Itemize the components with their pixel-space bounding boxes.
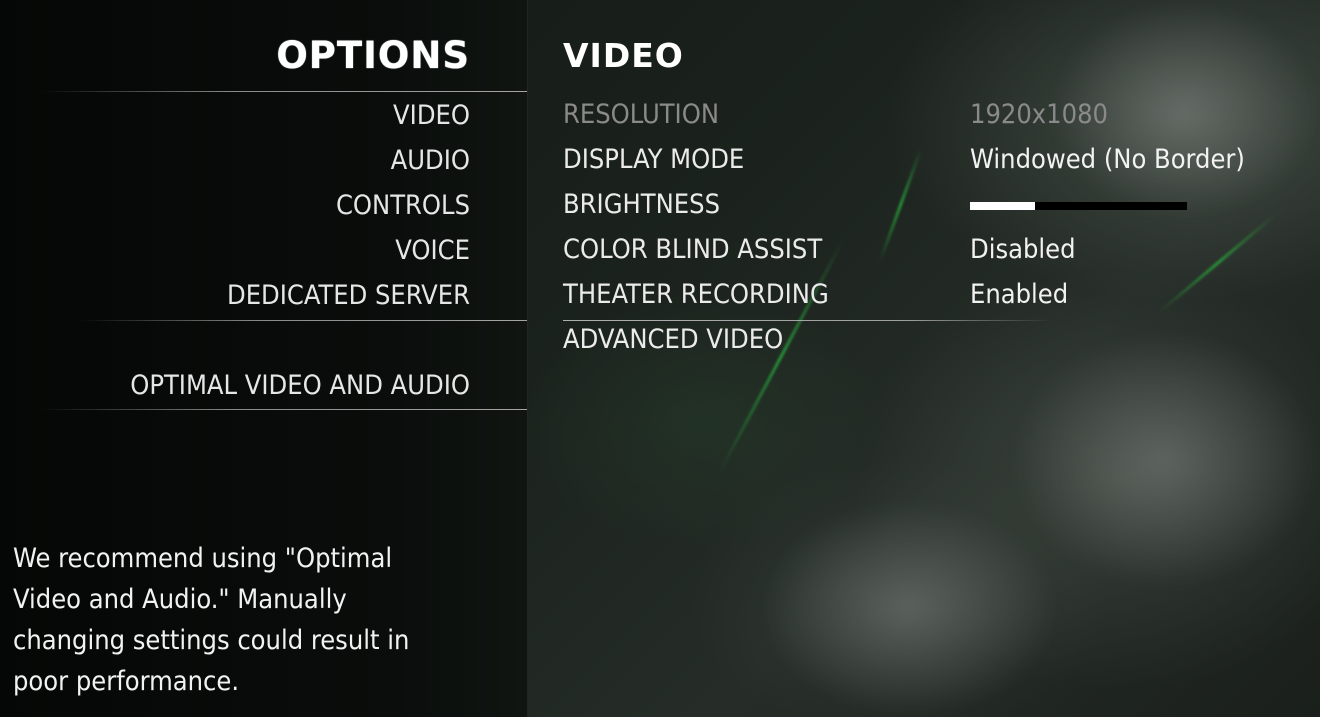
background-green-streak (718, 241, 844, 473)
theater-recording-label[interactable]: THEATER RECORDING (563, 279, 829, 310)
background-green-streak (1159, 213, 1276, 313)
display-mode-value[interactable]: Windowed (No Border) (970, 144, 1245, 175)
brightness-slider[interactable] (970, 202, 1187, 210)
theater-recording-value[interactable]: Enabled (970, 279, 1068, 310)
background-rock-art (760, 500, 1060, 717)
recommendation-hint: We recommend using "Optimal Video and Au… (13, 543, 410, 697)
resolution-label[interactable]: RESOLUTION (563, 99, 719, 130)
background-green-streak (878, 148, 923, 263)
display-mode-label[interactable]: DISPLAY MODE (563, 144, 744, 175)
options-menu-panel: OPTIONS VIDEO AUDIO CONTROLS VOICE DEDIC… (0, 0, 528, 717)
color-blind-assist-label[interactable]: COLOR BLIND ASSIST (563, 234, 822, 265)
menu-item-controls[interactable]: CONTROLS (336, 190, 470, 221)
video-section-title: VIDEO (563, 36, 684, 75)
resolution-value[interactable]: 1920x1080 (970, 99, 1108, 130)
settings-divider (563, 320, 1053, 321)
color-blind-assist-value[interactable]: Disabled (970, 234, 1076, 265)
menu-item-dedicated-server[interactable]: DEDICATED SERVER (227, 280, 470, 311)
advanced-video-button[interactable]: ADVANCED VIDEO (563, 324, 783, 355)
brightness-slider-fill (970, 202, 1036, 210)
brightness-label[interactable]: BRIGHTNESS (563, 189, 720, 220)
options-title: OPTIONS (276, 34, 470, 77)
menu-item-video[interactable]: VIDEO (393, 100, 470, 131)
game-options-screen: OPTIONS VIDEO AUDIO CONTROLS VOICE DEDIC… (0, 0, 1320, 717)
menu-divider (80, 320, 527, 321)
options-title-divider (40, 91, 527, 92)
optimal-video-audio-button[interactable]: OPTIMAL VIDEO AND AUDIO (130, 370, 470, 401)
menu-item-voice[interactable]: VOICE (395, 235, 470, 266)
optimal-divider (40, 409, 527, 410)
menu-item-audio[interactable]: AUDIO (391, 145, 470, 176)
